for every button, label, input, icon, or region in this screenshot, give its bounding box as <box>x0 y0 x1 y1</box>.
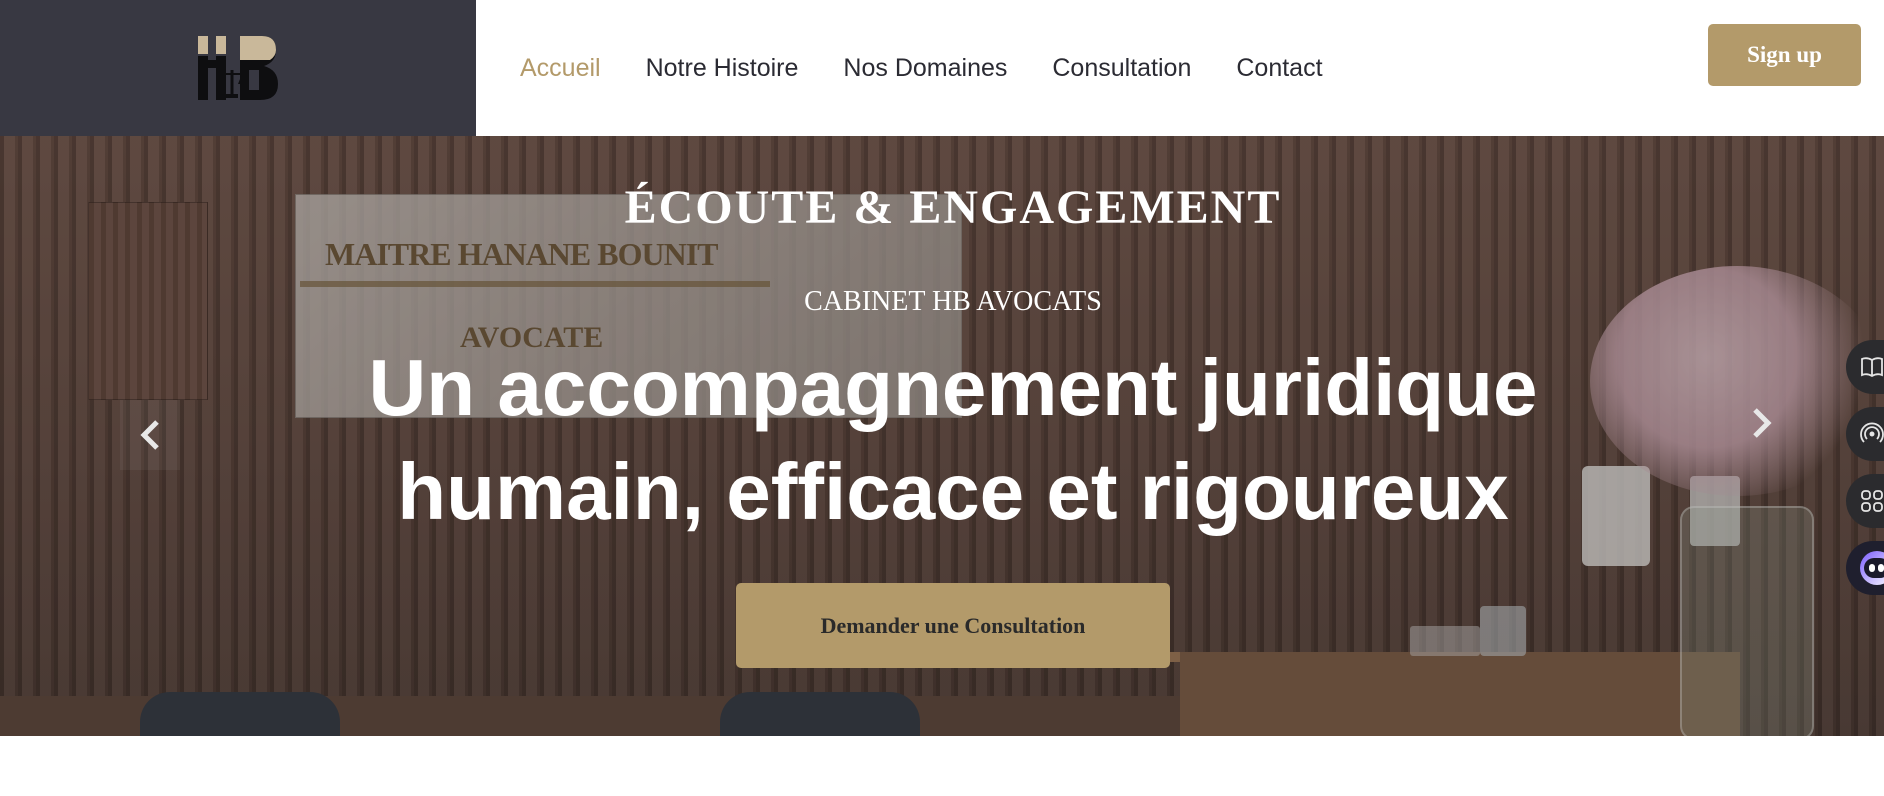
hb-logo[interactable] <box>196 36 280 100</box>
hero-slider: MAITRE HANANE BOUNIT AVOCATE ÉCOUTE & EN… <box>0 136 1884 736</box>
broadcast-icon <box>1860 422 1884 443</box>
nav-accueil[interactable]: Accueil <box>520 54 601 83</box>
side-ai-assistant-button[interactable] <box>1846 541 1884 595</box>
side-book-button[interactable] <box>1846 340 1884 394</box>
nav-consultation[interactable]: Consultation <box>1052 54 1191 83</box>
hero-subtitle: CABINET HB AVOCATS <box>804 286 1102 317</box>
side-apps-button[interactable] <box>1846 474 1884 528</box>
hero-headline: Un accompagnement juridique humain, effi… <box>0 336 1884 544</box>
hero-eyebrow: ÉCOUTE & ENGAGEMENT <box>624 181 1282 234</box>
slider-prev-button[interactable] <box>120 400 180 470</box>
nav-notre-histoire[interactable]: Notre Histoire <box>646 54 799 83</box>
request-consultation-button[interactable]: Demander une Consultation <box>736 583 1170 668</box>
hero-content: ÉCOUTE & ENGAGEMENT CABINET HB AVOCATS U… <box>0 136 1884 736</box>
main-nav: Accueil Notre Histoire Nos Domaines Cons… <box>520 0 1368 136</box>
nav-contact[interactable]: Contact <box>1236 54 1322 83</box>
signup-button[interactable]: Sign up <box>1708 24 1861 86</box>
side-broadcast-button[interactable] <box>1846 407 1884 461</box>
nav-nos-domaines[interactable]: Nos Domaines <box>843 54 1007 83</box>
logo-area <box>0 0 476 136</box>
apps-icon <box>1861 490 1883 512</box>
hero-headline-line2: humain, efficace et rigoureux <box>397 447 1509 536</box>
site-header: Accueil Notre Histoire Nos Domaines Cons… <box>0 0 1884 136</box>
slider-next-button[interactable] <box>1740 401 1784 445</box>
book-icon <box>1861 357 1883 378</box>
side-toolbar <box>1846 340 1884 608</box>
chevron-left-icon <box>140 420 159 450</box>
hero-headline-line1: Un accompagnement juridique <box>368 343 1538 432</box>
chevron-right-icon <box>1753 408 1772 438</box>
ai-assistant-icon <box>1860 551 1884 585</box>
